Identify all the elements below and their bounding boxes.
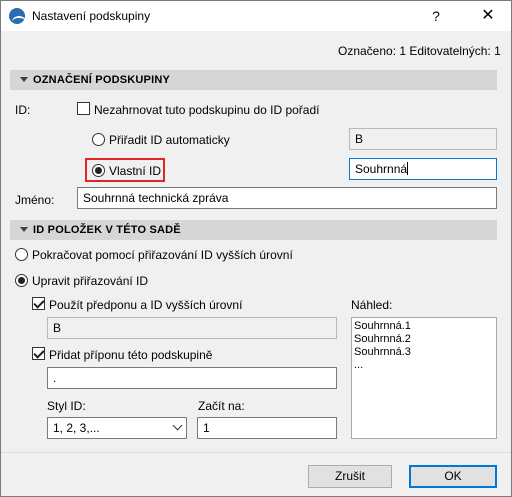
preview-line: ... (354, 359, 364, 371)
prefix-field: B (47, 317, 337, 339)
preview-box: Souhrnná.1 Souhrnná.2 Souhrnná.3 ... (351, 317, 497, 439)
preview-label: Náhled: (351, 298, 393, 312)
custom-id-label: Vlastní ID (109, 164, 162, 178)
custom-id-input[interactable]: Souhrnná (349, 158, 497, 180)
app-logo-icon (9, 8, 25, 24)
name-label: Jméno: (15, 193, 55, 207)
add-suffix-checkbox[interactable] (32, 347, 45, 360)
dialog-window: Nastavení podskupiny ? ✕ Označeno: 1 Edi… (0, 0, 512, 497)
auto-id-field: B (349, 128, 497, 150)
selection-status: Označeno: 1 Editovatelných: 1 (338, 44, 501, 58)
cancel-button[interactable]: Zrušit (308, 465, 392, 488)
start-at-input[interactable]: 1 (197, 417, 337, 439)
section-header-subset-id[interactable]: OZNAČENÍ PODSKUPINY (10, 70, 497, 90)
id-style-label: Styl ID: (47, 399, 86, 413)
start-at-label: Začít na: (198, 399, 245, 413)
exclude-from-id-label: Nezahrnovat tuto podskupinu do ID pořadí (94, 103, 320, 117)
prefix-value: B (53, 321, 62, 335)
section-title: OZNAČENÍ PODSKUPINY (33, 74, 171, 86)
name-input[interactable]: Souhrnná technická zpráva (77, 187, 497, 209)
suffix-value: . (53, 371, 57, 385)
ok-button[interactable]: OK (409, 465, 497, 488)
window-title: Nastavení podskupiny (32, 9, 151, 23)
continue-upper-ids-label: Pokračovat pomocí přiřazování ID vyšších… (32, 248, 293, 262)
text-caret (407, 162, 409, 175)
custom-id-radio[interactable] (92, 164, 105, 177)
close-button[interactable]: ✕ (471, 4, 505, 28)
auto-id-label: Přiřadit ID automaticky (109, 133, 230, 147)
auto-id-radio[interactable] (92, 133, 105, 146)
dialog-footer: Zrušit OK (1, 452, 511, 496)
use-prefix-label: Použít předponu a ID vyšších úrovní (49, 298, 243, 312)
auto-id-value: B (355, 132, 364, 146)
use-prefix-checkbox[interactable] (32, 297, 45, 310)
continue-upper-ids-radio[interactable] (15, 248, 28, 261)
add-suffix-label: Přidat příponu této podskupině (49, 348, 213, 362)
preview-line: Souhrnná.2 (354, 333, 411, 345)
modify-ids-radio[interactable] (15, 274, 28, 287)
suffix-input[interactable]: . (47, 367, 337, 389)
help-button[interactable]: ? (421, 4, 451, 28)
collapse-arrow-icon[interactable] (20, 77, 28, 82)
id-label: ID: (15, 103, 31, 117)
name-value: Souhrnná technická zpráva (83, 191, 229, 205)
exclude-from-id-checkbox[interactable] (77, 102, 90, 115)
section-title: ID POLOŽEK V TÉTO SADĚ (33, 224, 181, 236)
chevron-down-icon (172, 420, 183, 431)
title-bar: Nastavení podskupiny ? ✕ (1, 1, 511, 31)
preview-line: Souhrnná.3 (354, 346, 411, 358)
modify-ids-label: Upravit přiřazování ID (32, 274, 149, 288)
section-header-item-ids[interactable]: ID POLOŽEK V TÉTO SADĚ (10, 220, 497, 240)
preview-line: Souhrnná.1 (354, 320, 411, 332)
id-style-value: 1, 2, 3,... (53, 421, 100, 435)
id-style-select[interactable]: 1, 2, 3,... (47, 417, 187, 439)
start-at-value: 1 (203, 421, 210, 435)
collapse-arrow-icon[interactable] (20, 227, 28, 232)
custom-id-value: Souhrnná (355, 162, 408, 176)
